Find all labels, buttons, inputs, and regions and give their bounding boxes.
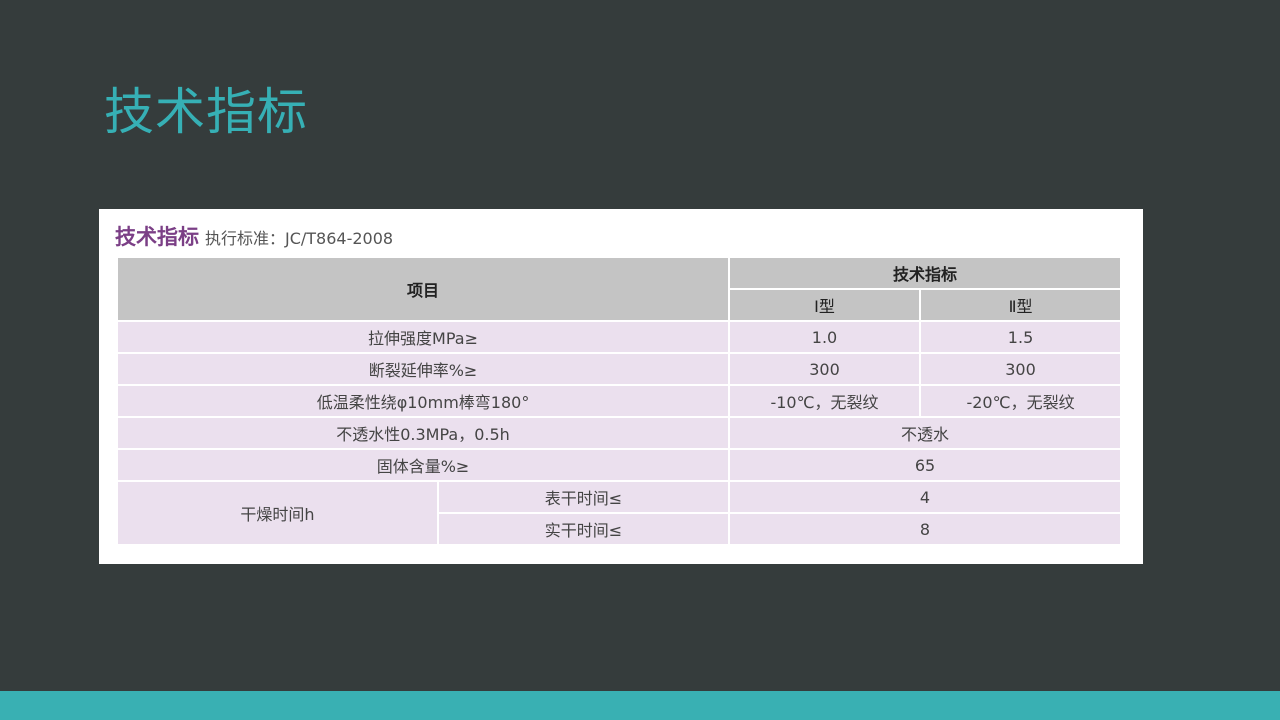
row-item: 固体含量%≥ (115, 448, 731, 482)
header-spec: 技术指标 (728, 256, 1123, 290)
table-row: 断裂延伸率%≥ 300 300 (115, 352, 1123, 386)
header-item: 项目 (115, 256, 731, 322)
row-type2: 1.5 (919, 320, 1123, 354)
table-row: 固体含量%≥ 65 (115, 448, 1123, 482)
row-type1: 1.0 (728, 320, 922, 354)
drying-surface-label: 表干时间≤ (436, 480, 731, 514)
row-type2: -20℃，无裂纹 (919, 384, 1123, 418)
row-value: 65 (728, 448, 1123, 482)
table-row: 低温柔性绕φ10mm棒弯180° -10℃，无裂纹 -20℃，无裂纹 (115, 384, 1123, 418)
panel-header: 技术指标 执行标准：JC/T864-2008 (115, 221, 393, 251)
table-row: 干燥时间h 表干时间≤ 4 (116, 480, 1123, 546)
row-item: 拉伸强度MPa≥ (115, 320, 731, 354)
panel-standard: 执行标准：JC/T864-2008 (205, 229, 394, 248)
drying-surface-value: 4 (728, 480, 1123, 514)
row-type1: 300 (728, 352, 922, 386)
row-type2: 300 (919, 352, 1123, 386)
spec-panel: 技术指标 执行标准：JC/T864-2008 项目 技术指标 Ⅰ型 Ⅱ型 拉伸强… (99, 209, 1143, 564)
row-value: 不透水 (728, 416, 1123, 450)
row-item: 断裂延伸率%≥ (115, 352, 731, 386)
row-type1: -10℃，无裂纹 (728, 384, 922, 418)
drying-solid-value: 8 (728, 512, 1123, 546)
drying-solid-label: 实干时间≤ (436, 512, 731, 546)
row-item: 低温柔性绕φ10mm棒弯180° (115, 384, 731, 418)
panel-title: 技术指标 (115, 225, 199, 249)
spec-table: 项目 技术指标 Ⅰ型 Ⅱ型 拉伸强度MPa≥ 1.0 1.5 断裂延伸率%≥ 3… (115, 256, 1123, 546)
bottom-accent-bar (0, 691, 1280, 720)
drying-item: 干燥时间h (116, 480, 439, 546)
table-header-row: 项目 技术指标 (115, 256, 1123, 322)
table-row: 不透水性0.3MPa，0.5h 不透水 (115, 416, 1123, 450)
table-row: 拉伸强度MPa≥ 1.0 1.5 (115, 320, 1123, 354)
row-item: 不透水性0.3MPa，0.5h (115, 416, 731, 450)
header-type2: Ⅱ型 (919, 288, 1123, 322)
header-type1: Ⅰ型 (728, 288, 922, 322)
slide-title: 技术指标 (104, 83, 308, 141)
